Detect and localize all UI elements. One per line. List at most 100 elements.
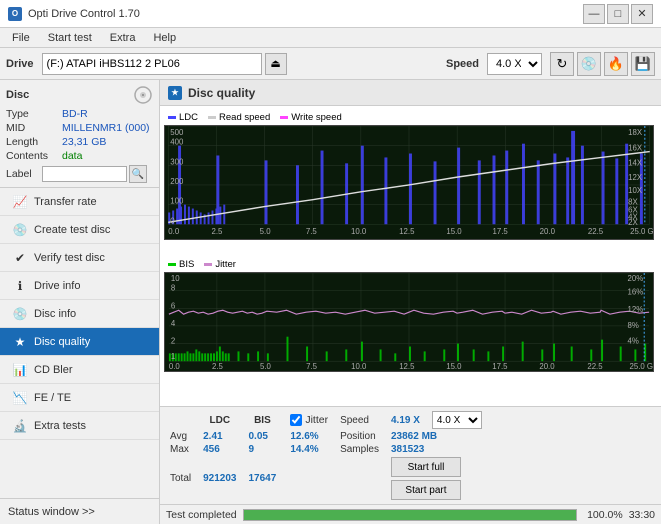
sidebar-item-label-fe-te: FE / TE: [34, 392, 71, 404]
transfer-rate-icon: 📈: [12, 194, 28, 210]
bottom-chart-container: BIS Jitter: [164, 257, 657, 402]
sidebar-item-transfer-rate[interactable]: 📈 Transfer rate: [0, 188, 159, 216]
legend-jitter: Jitter: [204, 259, 236, 270]
stats-speed-dropdown[interactable]: 4.0 X: [432, 411, 482, 429]
svg-text:0.0: 0.0: [169, 362, 181, 371]
disc-panel-title: Disc: [6, 89, 29, 101]
svg-text:4%: 4%: [628, 337, 639, 346]
menu-help[interactable]: Help: [145, 30, 184, 46]
disc-mid-row: MID MILLENMR1 (000): [6, 122, 153, 134]
start-part-button[interactable]: Start part: [391, 480, 461, 500]
sidebar-item-extra-tests[interactable]: 🔬 Extra tests: [0, 412, 159, 440]
burn-icon[interactable]: 🔥: [604, 52, 628, 76]
svg-text:8%: 8%: [628, 321, 639, 330]
svg-text:25.0 GB: 25.0 GB: [630, 227, 654, 236]
drive-label: Drive: [6, 58, 34, 70]
stats-speed-value: 4.19 X: [391, 415, 420, 426]
svg-text:20.0: 20.0: [539, 362, 555, 371]
svg-text:25.0 GB: 25.0 GB: [630, 362, 655, 371]
disc-contents-value: data: [62, 150, 82, 162]
disc-header-icon: [133, 86, 153, 104]
svg-text:4: 4: [171, 319, 176, 328]
stats-total-bis: 17647: [245, 456, 285, 501]
fe-te-icon: 📉: [12, 390, 28, 406]
drive-eject-button[interactable]: ⏏: [265, 53, 287, 75]
top-chart-svg: 0 100 200 300 400 500 0.0 2.5 5.0 7.5 10…: [164, 125, 654, 240]
menu-start-test[interactable]: Start test: [40, 30, 100, 46]
svg-text:5.0: 5.0: [260, 227, 272, 236]
disc-mid-label: MID: [6, 122, 62, 134]
legend-ldc: LDC: [168, 112, 198, 123]
disc-quality-icon: ★: [12, 334, 28, 350]
sidebar-item-verify-test-disc[interactable]: ✔ Verify test disc: [0, 244, 159, 272]
disc-info-icon: 💿: [12, 306, 28, 322]
read-speed-color: [208, 116, 216, 119]
stats-total-ldc: 921203: [199, 456, 244, 501]
sidebar: Disc Type BD-R MID MILLENMR1 (000) Lengt…: [0, 80, 160, 524]
disc-length-row: Length 23,31 GB: [6, 136, 153, 148]
svg-text:18X: 18X: [628, 128, 643, 137]
sidebar-item-disc-quality[interactable]: ★ Disc quality: [0, 328, 159, 356]
sidebar-item-disc-info[interactable]: 💿 Disc info: [0, 300, 159, 328]
stats-samples-value: 381523: [387, 443, 490, 456]
start-full-button[interactable]: Start full: [391, 457, 461, 477]
titlebar-controls: — □ ✕: [583, 4, 653, 24]
svg-text:7.5: 7.5: [306, 362, 318, 371]
sidebar-item-cd-bler[interactable]: 📊 CD Bler: [0, 356, 159, 384]
disc-length-label: Length: [6, 136, 62, 148]
svg-text:2: 2: [171, 337, 175, 346]
progress-percent: 100.0%: [583, 509, 623, 521]
status-window-item[interactable]: Status window >>: [0, 498, 159, 524]
create-test-disc-icon: 💿: [12, 222, 28, 238]
refresh-icon[interactable]: ↻: [550, 52, 574, 76]
stats-max-ldc: 456: [199, 443, 244, 456]
sidebar-item-label-verify-test-disc: Verify test disc: [34, 252, 105, 264]
svg-text:10.0: 10.0: [351, 362, 367, 371]
toolbar-icons: ↻ 💿 🔥 💾: [550, 52, 655, 76]
stats-avg-ldc: 2.41: [199, 430, 244, 443]
svg-text:7.5: 7.5: [306, 227, 318, 236]
jitter-checkbox[interactable]: [290, 414, 302, 426]
close-button[interactable]: ✕: [631, 4, 653, 24]
disc-label-icon-button[interactable]: 🔍: [129, 165, 147, 183]
drive-select[interactable]: (F:) ATAPI iHBS112 2 PL06: [42, 53, 262, 75]
disc-type-label: Type: [6, 108, 62, 120]
titlebar: O Opti Drive Control 1.70 — □ ✕: [0, 0, 661, 28]
disc-icon[interactable]: 💿: [577, 52, 601, 76]
stats-btns-cell: Start full Start part: [387, 456, 490, 501]
disc-label-input[interactable]: [42, 166, 127, 182]
jitter-label: Jitter: [305, 414, 328, 426]
save-icon[interactable]: 💾: [631, 52, 655, 76]
disc-label-key: Label: [6, 168, 42, 180]
sidebar-item-label-cd-bler: CD Bler: [34, 364, 73, 376]
sidebar-item-label-create-test-disc: Create test disc: [34, 224, 110, 236]
svg-text:1: 1: [171, 352, 175, 361]
svg-text:10: 10: [171, 274, 180, 283]
sidebar-item-label-disc-info: Disc info: [34, 308, 76, 320]
stats-empty-cell: [336, 456, 387, 501]
sidebar-item-drive-info[interactable]: ℹ Drive info: [0, 272, 159, 300]
stats-speed-label: Speed: [340, 415, 369, 426]
status-window-label: Status window >>: [8, 506, 95, 518]
svg-text:16%: 16%: [628, 288, 644, 297]
sidebar-item-create-test-disc[interactable]: 💿 Create test disc: [0, 216, 159, 244]
svg-text:6: 6: [171, 301, 176, 310]
bis-color: [168, 263, 176, 266]
stats-avg-label: Avg: [166, 430, 199, 443]
maximize-button[interactable]: □: [607, 4, 629, 24]
menu-file[interactable]: File: [4, 30, 38, 46]
menu-extra[interactable]: Extra: [102, 30, 144, 46]
speed-select[interactable]: 4.0 X: [487, 53, 542, 75]
svg-text:20%: 20%: [628, 274, 644, 283]
svg-text:500: 500: [170, 128, 184, 137]
app-icon: O: [8, 7, 22, 21]
svg-text:17.5: 17.5: [492, 362, 508, 371]
minimize-button[interactable]: —: [583, 4, 605, 24]
sidebar-item-fe-te[interactable]: 📉 FE / TE: [0, 384, 159, 412]
stats-bar: LDC BIS Jitter Speed 4.19 X: [160, 406, 661, 504]
svg-text:22.5: 22.5: [587, 362, 603, 371]
stats-speed-select-cell: 4.0 X: [428, 410, 490, 430]
stats-samples-label: Samples: [336, 443, 387, 456]
progress-bar-area: Test completed 100.0% 33:30: [160, 504, 661, 524]
toolbar: Drive (F:) ATAPI iHBS112 2 PL06 ⏏ Speed …: [0, 48, 661, 80]
